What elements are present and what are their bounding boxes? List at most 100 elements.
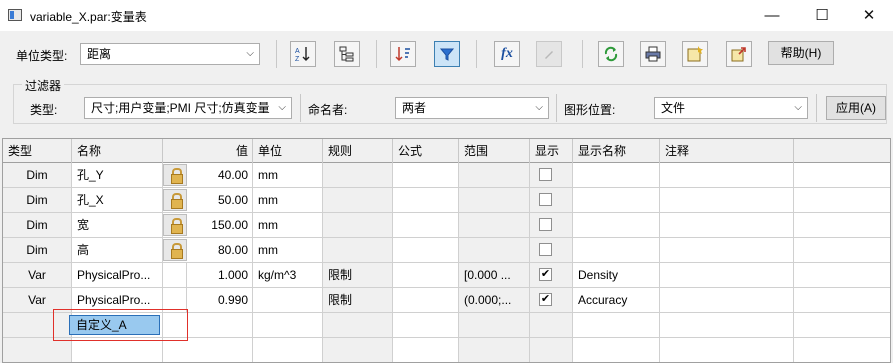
cell-display-name[interactable]: [573, 213, 660, 237]
cell-display-name[interactable]: [573, 188, 660, 212]
cell-formula[interactable]: [393, 288, 459, 312]
close-button[interactable]: ✕: [846, 0, 892, 31]
cell-note[interactable]: [660, 263, 794, 287]
show-checkbox[interactable]: [539, 218, 552, 231]
filter-type-select[interactable]: 尺寸;用户变量;PMI 尺寸;仿真变量 ⌵: [84, 97, 292, 119]
cell-note[interactable]: [660, 338, 794, 362]
cell-filler[interactable]: [794, 213, 890, 237]
cell-range[interactable]: [0.000 ...: [459, 263, 530, 287]
minimize-button[interactable]: —: [749, 0, 795, 31]
export-button[interactable]: [726, 41, 752, 67]
cell-range[interactable]: [459, 238, 530, 262]
cell-value[interactable]: 150.00: [187, 213, 253, 237]
cell-formula[interactable]: [393, 163, 459, 187]
apply-button[interactable]: 应用(A): [826, 96, 886, 120]
graphic-location-select[interactable]: 文件 ⌵: [654, 97, 808, 119]
cell-filler[interactable]: [794, 313, 890, 337]
cell-unit[interactable]: [253, 313, 323, 337]
table-row[interactable]: Var PhysicalPro... 1.000 kg/m^3 限制 [0.000 ...…: [3, 263, 890, 288]
cell-note[interactable]: [660, 288, 794, 312]
tree-view-button[interactable]: [334, 41, 360, 67]
column-header-name[interactable]: 名称: [72, 139, 163, 163]
cell-unit[interactable]: kg/m^3: [253, 263, 323, 287]
cell-display-name[interactable]: [573, 238, 660, 262]
cell-rule[interactable]: [323, 188, 393, 212]
cell-value[interactable]: 1.000: [187, 263, 253, 287]
cell-display-name[interactable]: [573, 163, 660, 187]
help-button[interactable]: 帮助(H): [768, 41, 834, 65]
cell-range[interactable]: [459, 163, 530, 187]
cell-range[interactable]: [459, 313, 530, 337]
cell-display-name[interactable]: [573, 313, 660, 337]
cell-formula[interactable]: [393, 263, 459, 287]
column-header-formula[interactable]: 公式: [393, 139, 459, 163]
table-row[interactable]: Dim 高 80.00 mm: [3, 238, 890, 263]
show-checkbox[interactable]: [539, 243, 552, 256]
cell-range[interactable]: [459, 188, 530, 212]
cell-filler[interactable]: [794, 188, 890, 212]
cell-formula[interactable]: [393, 338, 459, 362]
cell-rule[interactable]: [323, 238, 393, 262]
sort-az-button[interactable]: A Z: [290, 41, 316, 67]
cell-filler[interactable]: [794, 288, 890, 312]
print-button[interactable]: [640, 41, 666, 67]
table-row[interactable]: Dim 宽 150.00 mm: [3, 213, 890, 238]
cell-formula[interactable]: [393, 213, 459, 237]
table-row[interactable]: Dim 孔_Y 40.00 mm: [3, 163, 890, 188]
column-header-range[interactable]: 范围: [459, 139, 530, 163]
cell-filler[interactable]: [794, 263, 890, 287]
cell-name[interactable]: 高: [72, 238, 163, 262]
table-row-empty[interactable]: [3, 338, 890, 362]
cell-note[interactable]: [660, 313, 794, 337]
cell-value[interactable]: [187, 313, 253, 337]
cell-rule[interactable]: 限制: [323, 263, 393, 287]
refresh-button[interactable]: [598, 41, 624, 67]
cell-value[interactable]: 50.00: [187, 188, 253, 212]
cell-name[interactable]: 孔_X: [72, 188, 163, 212]
cell-filler[interactable]: [794, 163, 890, 187]
cell-unit[interactable]: mm: [253, 238, 323, 262]
lock-button[interactable]: [163, 214, 187, 236]
column-header-rule[interactable]: 规则: [323, 139, 393, 163]
cell-name[interactable]: PhysicalPro...: [72, 263, 163, 287]
cell-value[interactable]: 40.00: [187, 163, 253, 187]
cell-show[interactable]: [530, 338, 573, 362]
show-checkbox[interactable]: [539, 168, 552, 181]
cell-range[interactable]: [459, 338, 530, 362]
cell-unit[interactable]: mm: [253, 213, 323, 237]
cell-filler[interactable]: [794, 338, 890, 362]
cell-name[interactable]: 宽: [72, 213, 163, 237]
show-checkbox[interactable]: ✔: [539, 268, 552, 281]
column-header-note[interactable]: 注释: [660, 139, 794, 163]
column-header-unit[interactable]: 单位: [253, 139, 323, 163]
cell-rule[interactable]: [323, 313, 393, 337]
cell-display-name[interactable]: [573, 338, 660, 362]
sort-order-button[interactable]: [390, 41, 416, 67]
cell-formula[interactable]: [393, 238, 459, 262]
cell-unit[interactable]: [253, 338, 323, 362]
cell-display-name[interactable]: Accuracy: [573, 288, 660, 312]
cell-range[interactable]: [459, 213, 530, 237]
table-row[interactable]: Dim 孔_X 50.00 mm: [3, 188, 890, 213]
cell-unit[interactable]: [253, 288, 323, 312]
column-header-value[interactable]: 值: [163, 139, 253, 163]
cell-note[interactable]: [660, 238, 794, 262]
cell-note[interactable]: [660, 163, 794, 187]
cell-rule[interactable]: [323, 338, 393, 362]
cell-unit[interactable]: mm: [253, 188, 323, 212]
column-header-show[interactable]: 显示: [530, 139, 573, 163]
cell-unit[interactable]: mm: [253, 163, 323, 187]
cell-value[interactable]: [187, 338, 253, 362]
show-checkbox[interactable]: ✔: [539, 293, 552, 306]
maximize-button[interactable]: ☐: [799, 0, 845, 31]
cell-note[interactable]: [660, 213, 794, 237]
cell-rule[interactable]: [323, 213, 393, 237]
cell-name[interactable]: 孔_Y: [72, 163, 163, 187]
cell-rule[interactable]: 限制: [323, 288, 393, 312]
naming-select[interactable]: 两者 ⌵: [395, 97, 549, 119]
cell-rule[interactable]: [323, 163, 393, 187]
cell-name[interactable]: [72, 338, 163, 362]
add-to-view-button[interactable]: [682, 41, 708, 67]
cell-formula[interactable]: [393, 313, 459, 337]
cell-note[interactable]: [660, 188, 794, 212]
